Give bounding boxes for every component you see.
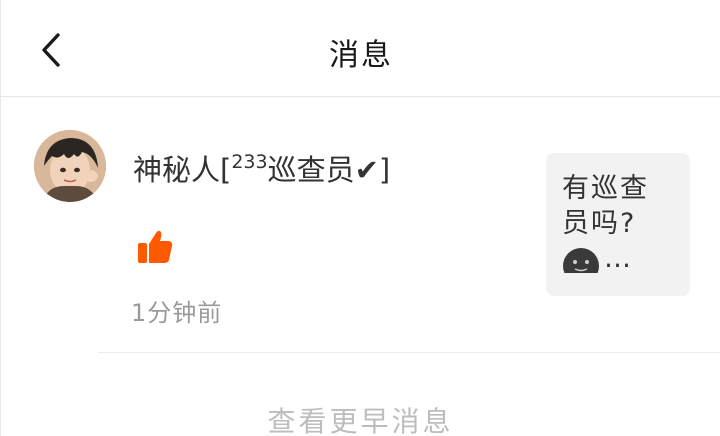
- quoted-post-ellipsis: …: [604, 243, 633, 274]
- username-suffix: 巡查员✔]: [267, 153, 391, 187]
- user-avatar-image: [34, 130, 106, 202]
- navigation-bar: 消息: [1, 0, 720, 97]
- load-earlier-messages-button[interactable]: 查看更早消息: [1, 400, 720, 436]
- dark-face-emoji: [563, 248, 599, 273]
- timestamp: 1分钟前: [131, 299, 223, 327]
- thumbs-up-icon: [138, 230, 173, 263]
- username-level: 233: [231, 151, 268, 173]
- messages-page: 消息 神秘人[233巡查员✔] 1分钟前 有巡查员吗? … 查看更早消息: [0, 0, 720, 436]
- quoted-post-card[interactable]: 有巡查员吗? …: [546, 153, 690, 296]
- quoted-post-text: 有巡查员吗? …: [562, 171, 676, 276]
- username-prefix: 神秘人[: [133, 153, 232, 187]
- quoted-post-message: 有巡查员吗?: [562, 173, 649, 239]
- notification-item[interactable]: 神秘人[233巡查员✔] 1分钟前 有巡查员吗? …: [1, 97, 720, 352]
- avatar[interactable]: [34, 130, 106, 202]
- page-title: 消息: [329, 38, 393, 73]
- divider: [98, 352, 720, 353]
- username[interactable]: 神秘人[233巡查员✔]: [133, 147, 390, 189]
